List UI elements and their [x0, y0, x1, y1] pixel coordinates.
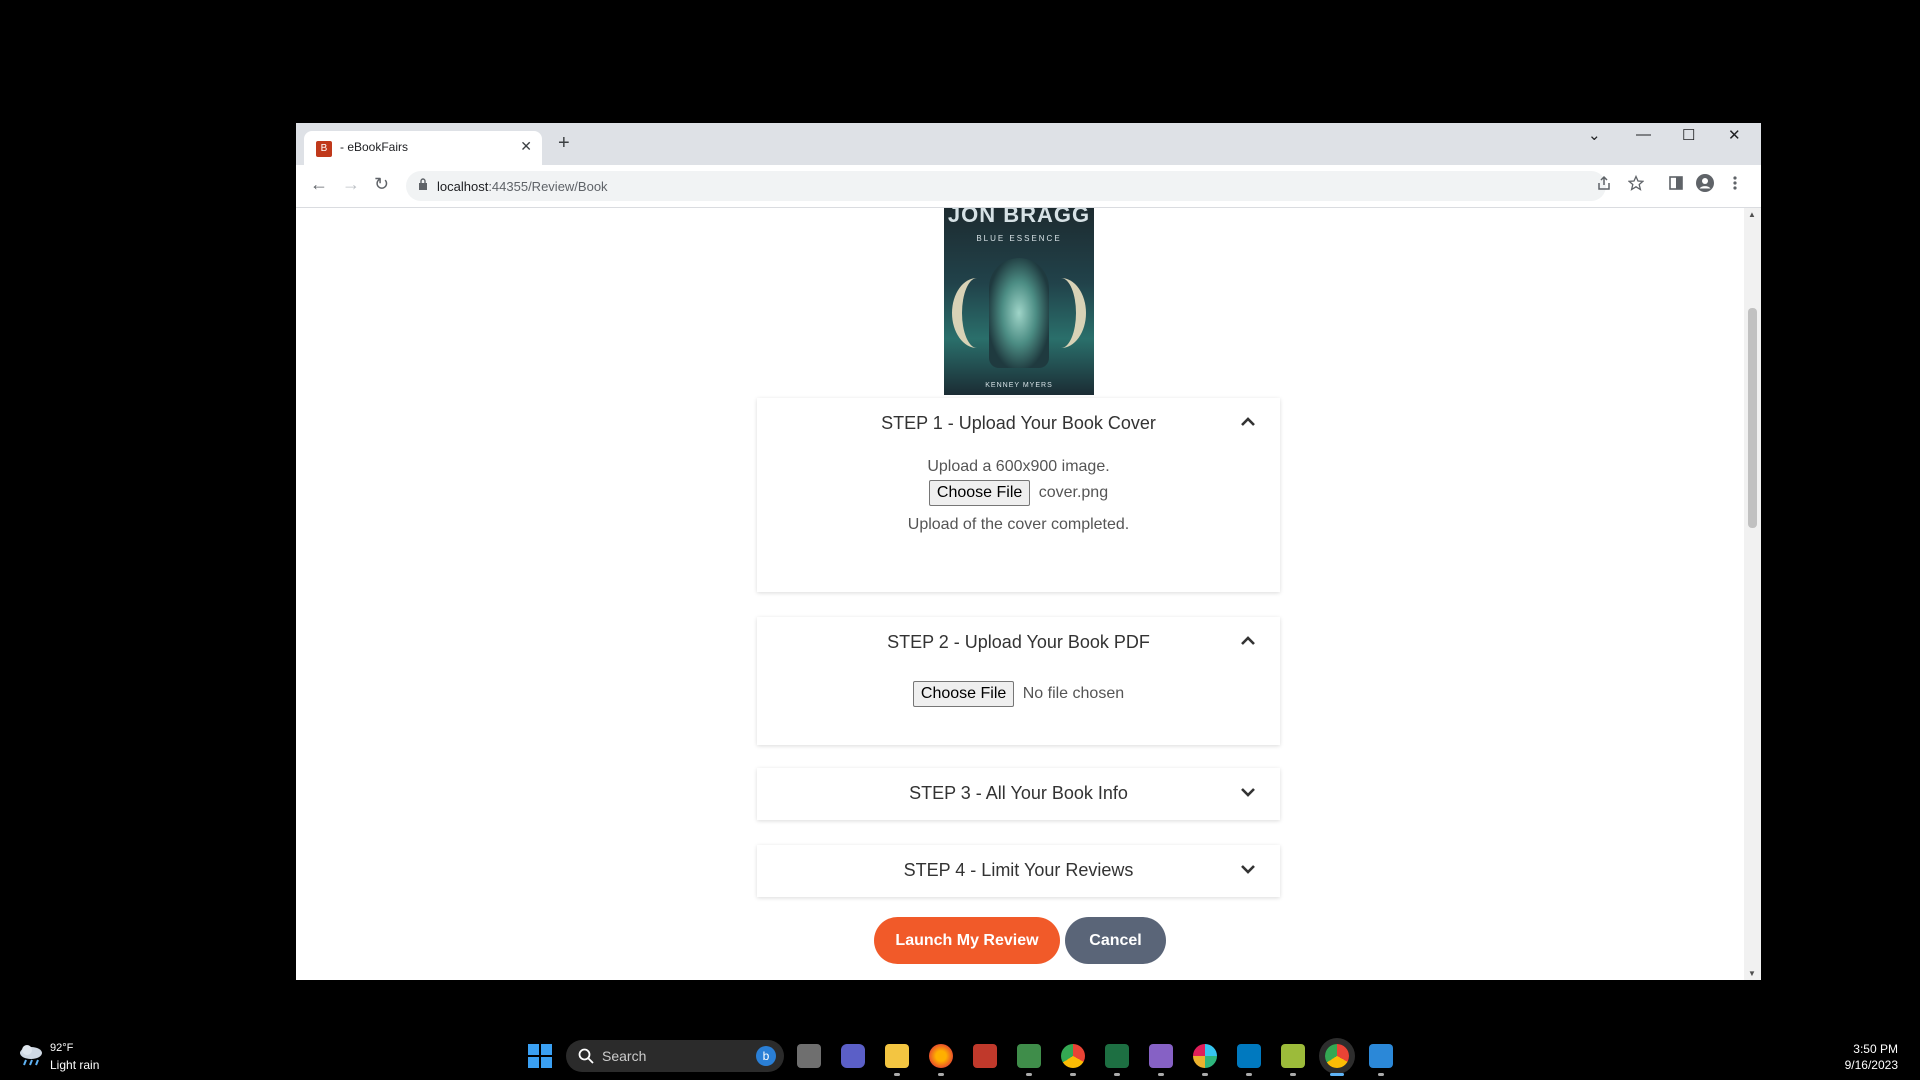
scroll-up-arrow-icon[interactable]: ▲ [1748, 210, 1756, 219]
step-2-title: STEP 2 - Upload Your Book PDF [887, 632, 1150, 652]
step-1-title: STEP 1 - Upload Your Book Cover [881, 413, 1156, 433]
chrome-icon[interactable] [1061, 1044, 1085, 1076]
remote-desktop-icon[interactable] [1369, 1044, 1393, 1076]
search-placeholder: Search [602, 1048, 647, 1064]
pdf-file-name: No file chosen [1022, 685, 1125, 702]
book-cover-image: JON BRAGG BLUE ESSENCE KENNEY MYERS [944, 208, 1094, 395]
app-icon[interactable] [1281, 1044, 1305, 1076]
clock-date: 9/16/2023 [1844, 1058, 1898, 1072]
step-4-header[interactable]: STEP 4 - Limit Your Reviews [757, 845, 1280, 897]
chrome-active-icon[interactable] [1325, 1044, 1349, 1076]
tab-strip: B - eBookFairs ✕ + ⌄ — ☐ ✕ [296, 123, 1761, 165]
browser-toolbar: ← → ↻ localhost:44355/Review/Book [296, 165, 1761, 208]
step-2-card: STEP 2 - Upload Your Book PDF Choose Fil… [757, 617, 1280, 745]
step-2-header[interactable]: STEP 2 - Upload Your Book PDF [757, 617, 1280, 669]
windows-start-icon[interactable] [528, 1044, 552, 1068]
share-icon[interactable] [1596, 175, 1612, 191]
file-explorer-icon[interactable] [885, 1044, 909, 1076]
tab-close-icon[interactable]: ✕ [520, 138, 532, 155]
page-scrollbar[interactable]: ▲ ▼ [1744, 208, 1761, 980]
taskbar-search-box[interactable]: Search b [566, 1040, 784, 1072]
weather-condition: Light rain [50, 1058, 100, 1072]
step-2-body: Choose File No file chosen [757, 669, 1280, 707]
step-4-title: STEP 4 - Limit Your Reviews [903, 860, 1134, 880]
more-menu-icon[interactable] [1732, 175, 1738, 191]
side-panel-icon[interactable] [1668, 175, 1684, 191]
window-close-button[interactable]: ✕ [1728, 126, 1741, 144]
forward-button[interactable]: → [342, 174, 360, 195]
system-clock[interactable]: 3:50 PM 9/16/2023 [1845, 1041, 1898, 1073]
snipping-tool-icon[interactable] [973, 1044, 997, 1068]
step-1-card: STEP 1 - Upload Your Book Cover Upload a… [757, 398, 1280, 592]
tab-search-dropdown-icon[interactable]: ⌄ [1588, 126, 1601, 144]
teams-icon[interactable] [841, 1044, 865, 1068]
slack-icon[interactable] [1193, 1044, 1217, 1076]
chevron-up-icon[interactable] [1238, 631, 1258, 651]
url-path: :44355/Review/Book [488, 179, 608, 194]
step-4-card: STEP 4 - Limit Your Reviews [757, 845, 1280, 897]
notepad-plus-plus-icon[interactable] [1017, 1044, 1041, 1076]
chevron-down-icon[interactable] [1238, 859, 1258, 879]
step-1-body: Upload a 600x900 image. Choose File cove… [757, 458, 1280, 534]
ebookfairs-favicon-icon: B [316, 141, 332, 157]
task-view-icon[interactable] [797, 1044, 821, 1068]
cover-title: JON BRAGG [947, 208, 1091, 227]
step-1-file-input: Choose File cover.png [928, 480, 1109, 506]
search-icon [578, 1048, 594, 1064]
windows-taskbar: 92°F Light rain Search b 3:50 PM 9/16/20… [0, 1032, 1920, 1080]
step-3-card: STEP 3 - All Your Book Info [757, 768, 1280, 820]
trello-icon[interactable] [1237, 1044, 1261, 1076]
url-host: localhost [437, 179, 489, 194]
choose-cover-file-button[interactable]: Choose File [928, 480, 1031, 506]
cover-author: KENNEY MYERS [985, 382, 1053, 389]
clock-time: 3:50 PM [1853, 1042, 1898, 1056]
cover-upload-status: Upload of the cover completed. [907, 516, 1130, 533]
chevron-down-icon[interactable] [1238, 782, 1258, 802]
reload-button[interactable]: ↻ [374, 174, 389, 195]
cover-figure [989, 258, 1049, 368]
maximize-button[interactable]: ☐ [1682, 126, 1695, 144]
weather-temp: 92°F [50, 1042, 74, 1054]
tab-ebookfairs[interactable]: B - eBookFairs ✕ [304, 131, 542, 165]
back-button[interactable]: ← [310, 174, 328, 195]
cover-subtitle: BLUE ESSENCE [976, 234, 1062, 243]
new-tab-button[interactable]: + [558, 132, 570, 155]
step-1-instructions: Upload a 600x900 image. [927, 458, 1110, 475]
step-3-header[interactable]: STEP 3 - All Your Book Info [757, 768, 1280, 820]
scroll-down-arrow-icon[interactable]: ▼ [1748, 969, 1756, 978]
browser-window: B - eBookFairs ✕ + ⌄ — ☐ ✕ ← → ↻ localho… [296, 123, 1761, 980]
minimize-button[interactable]: — [1636, 126, 1651, 143]
choose-pdf-file-button[interactable]: Choose File [912, 681, 1015, 707]
launch-review-button[interactable]: Launch My Review [874, 917, 1060, 964]
address-bar[interactable]: localhost:44355/Review/Book [406, 171, 1606, 201]
visual-studio-icon[interactable] [1149, 1044, 1173, 1076]
bookmark-star-icon[interactable] [1628, 175, 1644, 191]
scrollbar-thumb[interactable] [1748, 308, 1757, 528]
step-2-file-input: Choose File No file chosen [912, 681, 1125, 707]
url-text: localhost:44355/Review/Book [437, 179, 608, 194]
chevron-up-icon[interactable] [1238, 412, 1258, 432]
lock-icon [419, 178, 427, 190]
bing-icon[interactable]: b [756, 1046, 776, 1066]
tab-title: - eBookFairs [340, 140, 409, 154]
firefox-icon[interactable] [929, 1044, 953, 1076]
page-viewport: JON BRAGG BLUE ESSENCE KENNEY MYERS STEP… [296, 208, 1744, 980]
step-3-title: STEP 3 - All Your Book Info [909, 783, 1128, 803]
cover-file-name: cover.png [1038, 484, 1109, 501]
rain-cloud-icon [20, 1045, 42, 1066]
profile-avatar-icon[interactable] [1696, 174, 1714, 192]
excel-icon[interactable] [1105, 1044, 1129, 1076]
cancel-button[interactable]: Cancel [1065, 917, 1166, 964]
step-1-header[interactable]: STEP 1 - Upload Your Book Cover [757, 398, 1280, 450]
